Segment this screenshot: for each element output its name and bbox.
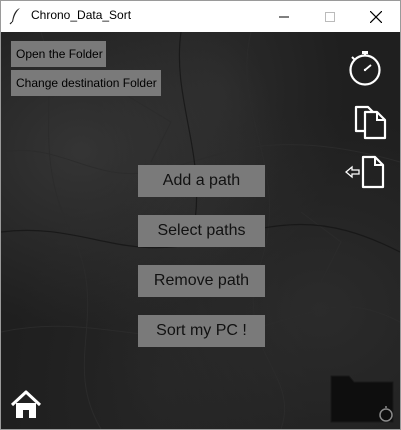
select-paths-button[interactable]: Select paths (138, 215, 265, 247)
open-folder-button[interactable]: Open the Folder (11, 41, 106, 67)
minimize-icon (279, 16, 289, 17)
title-bar[interactable]: Chrono_Data_Sort (1, 1, 400, 32)
stopwatch-icon[interactable] (347, 49, 383, 87)
remove-path-button[interactable]: Remove path (138, 265, 265, 297)
sort-pc-button[interactable]: Sort my PC ! (138, 315, 265, 347)
main-panel: Open the Folder Change destination Folde… (1, 32, 400, 429)
window-title: Chrono_Data_Sort (31, 8, 132, 22)
minimize-button[interactable] (261, 1, 307, 32)
feather-icon (9, 8, 20, 25)
app-window: Chrono_Data_Sort Open the Folder Change … (0, 0, 401, 430)
copy-files-icon[interactable] (353, 101, 389, 141)
close-button[interactable] (353, 1, 399, 32)
maximize-button[interactable] (307, 1, 353, 32)
maximize-icon (325, 11, 335, 22)
home-icon[interactable] (10, 390, 42, 420)
folder-timer-icon[interactable] (329, 370, 397, 426)
move-file-icon[interactable] (345, 153, 387, 189)
add-path-button[interactable]: Add a path (138, 165, 265, 197)
change-destination-folder-button[interactable]: Change destination Folder (11, 70, 161, 96)
close-icon (370, 10, 382, 23)
